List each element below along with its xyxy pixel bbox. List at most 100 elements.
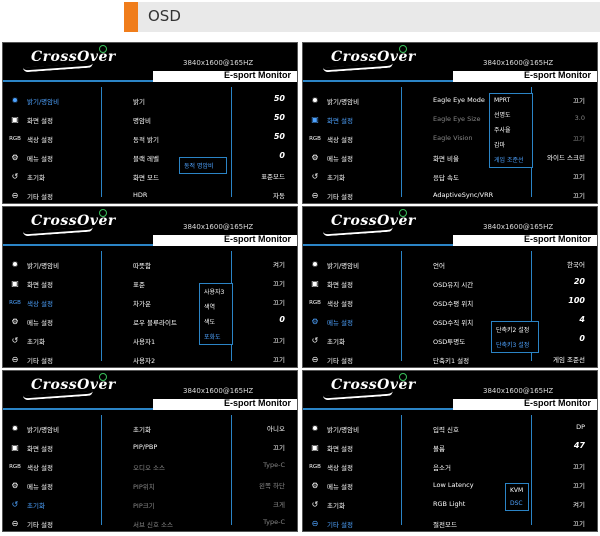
menu-item-label: 색상 설정 bbox=[27, 299, 53, 308]
setting-value: 끄기 bbox=[573, 463, 585, 471]
menu-item-6[interactable]: ⊖ 기타 설정 bbox=[309, 350, 359, 367]
menu-item-4[interactable]: ⚙ 메뉴 설정 bbox=[9, 476, 59, 495]
setting-value: 끄기 bbox=[273, 280, 285, 288]
menu-item-label: 화면 설정 bbox=[27, 444, 53, 453]
submenu-item[interactable]: 색도 bbox=[200, 314, 232, 329]
menu-item-label: 기타 설정 bbox=[27, 520, 53, 529]
setting-row[interactable]: 볼륨 47 bbox=[433, 438, 591, 457]
setting-value: 끄기 bbox=[273, 337, 285, 345]
setting-row[interactable]: 동적 밝기 50 bbox=[133, 129, 291, 148]
header-accent-bar bbox=[124, 2, 138, 32]
setting-value: 3.0 bbox=[574, 114, 585, 122]
setting-row[interactable]: 언어 한국어 bbox=[433, 255, 591, 274]
setting-row[interactable]: 오디오 소스 Type-C bbox=[133, 457, 291, 476]
menu-item-1[interactable]: ✹ 밝기/명암비 bbox=[309, 255, 359, 274]
setting-value: 표준모드 bbox=[261, 173, 285, 181]
menu-item-2[interactable]: ▣ 화면 설정 bbox=[9, 438, 59, 457]
setting-row[interactable]: 초기화 아니오 bbox=[133, 419, 291, 438]
menu-item-1[interactable]: ✹ 밝기/명암비 bbox=[9, 91, 59, 110]
menu-item-1[interactable]: ✹ 밝기/명암비 bbox=[309, 419, 359, 438]
reset-icon: ↺ bbox=[11, 172, 19, 181]
menu-item-6[interactable]: ⊖ 기타 설정 bbox=[9, 514, 59, 531]
setting-row[interactable]: HDR 자동 bbox=[133, 186, 291, 203]
menu-item-4[interactable]: ⚙ 메뉴 설정 bbox=[309, 476, 359, 495]
brightness-icon: ✹ bbox=[11, 424, 19, 433]
setting-row[interactable]: OSD유지 시간 20 bbox=[433, 274, 591, 293]
submenu-item[interactable]: 감마 bbox=[490, 137, 532, 152]
setting-label: RGB Light bbox=[433, 500, 466, 508]
menu-item-5[interactable]: ↺ 초기화 bbox=[9, 331, 59, 350]
submenu-item[interactable]: 단축키3 설정 bbox=[492, 337, 538, 352]
rgb-icon: RGB bbox=[309, 135, 321, 142]
setting-row[interactable]: PIP/PBP 끄기 bbox=[133, 438, 291, 457]
menu-item-label: 기타 설정 bbox=[27, 192, 53, 201]
setting-row[interactable]: 따뜻함 켜기 bbox=[133, 255, 291, 274]
menu-item-3[interactable]: RGB 색상 설정 bbox=[309, 457, 359, 476]
crossover-logo: CrossOver bbox=[22, 209, 116, 237]
menu-item-2[interactable]: ▣ 화면 설정 bbox=[309, 274, 359, 293]
setting-row[interactable]: 명암비 50 bbox=[133, 110, 291, 129]
setting-row[interactable]: AdaptiveSync/VRR 끄기 bbox=[433, 186, 591, 203]
menu-item-1[interactable]: ✹ 밝기/명암비 bbox=[9, 419, 59, 438]
menu-item-label: 메뉴 설정 bbox=[327, 154, 353, 163]
menu-item-4[interactable]: ⚙ 메뉴 설정 bbox=[309, 312, 359, 331]
menu-item-4[interactable]: ⚙ 메뉴 설정 bbox=[309, 148, 359, 167]
submenu-item[interactable]: 단축키2 설정 bbox=[492, 322, 538, 337]
setting-row[interactable]: PIP크기 크게 bbox=[133, 495, 291, 514]
menu-item-2[interactable]: ▣ 화면 설정 bbox=[9, 274, 59, 293]
setting-value: 100 bbox=[568, 296, 585, 305]
submenu-item[interactable]: DSC bbox=[506, 497, 528, 510]
menu-item-3[interactable]: RGB 색상 설정 bbox=[9, 129, 59, 148]
setting-row[interactable]: 입력 신호 DP bbox=[433, 419, 591, 438]
setting-row[interactable]: 사용자2 끄기 bbox=[133, 350, 291, 367]
setting-value: 끄기 bbox=[573, 482, 585, 490]
menu-item-5[interactable]: ↺ 초기화 bbox=[9, 167, 59, 186]
minus-circle-icon: ⊖ bbox=[311, 191, 319, 200]
menu-item-1[interactable]: ✹ 밝기/명암비 bbox=[9, 255, 59, 274]
menu-item-5[interactable]: ↺ 초기화 bbox=[309, 495, 359, 514]
setting-row[interactable]: 음소거 끄기 bbox=[433, 457, 591, 476]
menu-item-5[interactable]: ↺ 초기화 bbox=[309, 331, 359, 350]
submenu-item[interactable]: KVM bbox=[506, 484, 528, 497]
menu-item-3[interactable]: RGB 색상 설정 bbox=[309, 293, 359, 312]
image-icon: ▣ bbox=[311, 115, 319, 124]
menu-item-6[interactable]: ⊖ 기타 설정 bbox=[9, 350, 59, 367]
menu-item-4[interactable]: ⚙ 메뉴 설정 bbox=[9, 312, 59, 331]
menu-item-4[interactable]: ⚙ 메뉴 설정 bbox=[9, 148, 59, 167]
menu-item-2[interactable]: ▣ 화면 설정 bbox=[309, 110, 359, 129]
menu-item-6[interactable]: ⊖ 기타 설정 bbox=[309, 186, 359, 203]
menu-item-2[interactable]: ▣ 화면 설정 bbox=[9, 110, 59, 129]
submenu-item[interactable]: 사용자3 bbox=[200, 284, 232, 299]
osd-panel-3: CrossOver 3840x1600@165HZ E-sport Monitor ✹… bbox=[2, 206, 298, 368]
menu-item-5[interactable]: ↺ 초기화 bbox=[9, 495, 59, 514]
menu-item-3[interactable]: RGB 색상 설정 bbox=[9, 293, 59, 312]
submenu-item[interactable]: 게임 조준선 bbox=[490, 152, 532, 167]
osd-main-menu: ✹ 밝기/명암비 ▣ 화면 설정 RGB 색상 설정 ⚙ 메뉴 설정 ↺ 초기화 ⊖ 기타 설정 bbox=[9, 255, 59, 367]
submenu-item[interactable]: 동적 명암비 bbox=[180, 158, 226, 173]
submenu-item[interactable]: 선명도 bbox=[490, 107, 532, 122]
menu-item-1[interactable]: ✹ 밝기/명암비 bbox=[309, 91, 359, 110]
menu-item-6[interactable]: ⊖ 기타 설정 bbox=[9, 186, 59, 203]
menu-item-label: 색상 설정 bbox=[27, 135, 53, 144]
monitor-subtitle: E-sport Monitor bbox=[224, 234, 291, 244]
setting-value: Type-C bbox=[263, 461, 285, 469]
setting-row[interactable]: 응답 속도 끄기 bbox=[433, 167, 591, 186]
menu-item-3[interactable]: RGB 색상 설정 bbox=[9, 457, 59, 476]
menu-item-5[interactable]: ↺ 초기화 bbox=[309, 167, 359, 186]
setting-value: 끄기 bbox=[273, 356, 285, 364]
submenu-item[interactable]: 주사율 bbox=[490, 122, 532, 137]
setting-row[interactable]: OSD수평 위치 100 bbox=[433, 293, 591, 312]
submenu-item[interactable]: MPRT bbox=[490, 94, 532, 107]
submenu-item[interactable]: 포화도 bbox=[200, 329, 232, 344]
setting-row[interactable]: 밝기 50 bbox=[133, 91, 291, 110]
setting-row[interactable]: 절전모드 끄기 bbox=[433, 514, 591, 531]
submenu-item[interactable]: 색역 bbox=[200, 299, 232, 314]
title-band: E-sport Monitor bbox=[303, 70, 597, 82]
reset-icon: ↺ bbox=[11, 336, 19, 345]
setting-label: 로우 블루라이트 bbox=[133, 319, 177, 327]
menu-item-2[interactable]: ▣ 화면 설정 bbox=[309, 438, 359, 457]
menu-item-6[interactable]: ⊖ 기타 설정 bbox=[309, 514, 359, 531]
setting-row[interactable]: 서브 신호 소스 Type-C bbox=[133, 514, 291, 531]
setting-row[interactable]: PIP위치 왼쪽 하단 bbox=[133, 476, 291, 495]
menu-item-3[interactable]: RGB 색상 설정 bbox=[309, 129, 359, 148]
